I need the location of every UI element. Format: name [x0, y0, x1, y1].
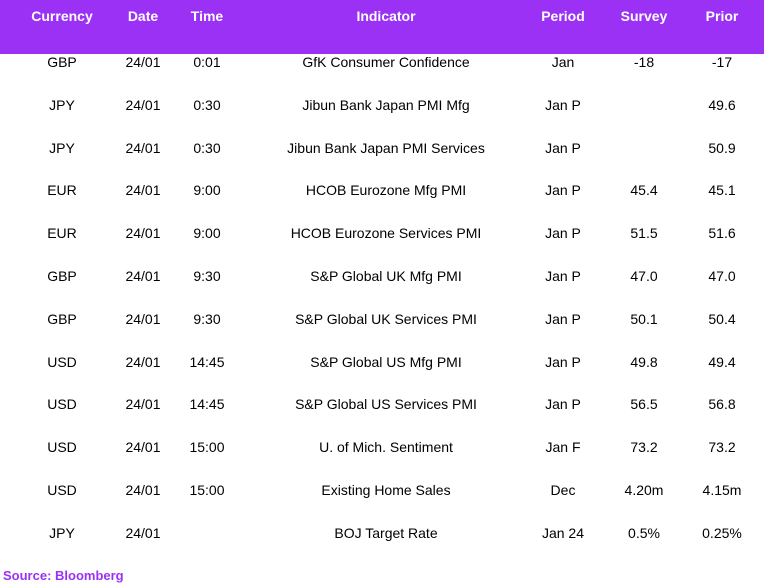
cell-indicator: S&P Global UK Mfg PMI [310, 268, 462, 284]
cell-survey: 50.1 [630, 311, 658, 327]
cell-currency: USD [47, 439, 77, 455]
cell-time: 9:00 [193, 182, 221, 198]
cell-indicator: U. of Mich. Sentiment [319, 439, 453, 455]
cell-time: 0:01 [193, 54, 221, 70]
source-note: Source: Bloomberg [3, 568, 124, 583]
cell-indicator: S&P Global US Mfg PMI [310, 354, 462, 370]
cell-time: 15:00 [189, 439, 225, 455]
cell-time: 9:30 [193, 311, 221, 327]
cell-currency: GBP [47, 268, 77, 284]
cell-survey: 0.5% [628, 525, 660, 541]
cell-period: Jan 24 [541, 525, 585, 541]
cell-indicator: S&P Global US Services PMI [295, 396, 477, 412]
cell-period: Jan P [545, 225, 581, 241]
cell-prior: 4.15m [702, 482, 742, 498]
cell-currency: USD [47, 482, 77, 498]
table-row: USD 24/01 15:00 U. of Mich. Sentiment Jan F7… [0, 437, 764, 457]
cell-indicator: S&P Global UK Services PMI [295, 311, 477, 327]
cell-period: Jan P [545, 140, 581, 156]
header-indicator: Indicator [356, 8, 416, 24]
table-row: EUR 24/01 9:00 HCOB Eurozone Services PMI Ja… [0, 223, 764, 243]
cell-indicator: HCOB Eurozone Mfg PMI [305, 182, 467, 198]
header-currency: Currency [31, 8, 93, 24]
cell-currency: EUR [47, 182, 77, 198]
table-row: GBP 24/01 9:30 S&P Global UK Mfg PMI Jan P 47… [0, 266, 764, 286]
cell-indicator: Existing Home Sales [321, 482, 451, 498]
cell-period: Jan F [545, 439, 581, 455]
cell-prior: -17 [711, 54, 733, 70]
table-row: JPY 24/01 0:30 Jibun Bank Japan PMI Service… [0, 138, 764, 158]
header-period: Period [541, 8, 585, 24]
cell-survey: 56.5 [630, 396, 658, 412]
cell-currency: USD [47, 396, 77, 412]
table-row: JPY 24/01 BOJ Target Rate Jan 24 0.5% 0.25% [0, 523, 764, 543]
table-row: USD 24/01 14:45 S&P Global US Mfg PMI Jan P4… [0, 352, 764, 372]
cell-period: Jan P [545, 182, 581, 198]
cell-period: Jan P [545, 97, 581, 113]
cell-period: Jan P [545, 268, 581, 284]
cell-currency: GBP [47, 54, 77, 70]
cell-survey: 45.4 [630, 182, 658, 198]
cell-survey: 51.5 [630, 225, 658, 241]
cell-indicator: Jibun Bank Japan PMI Mfg [302, 97, 470, 113]
cell-prior: 47.0 [708, 268, 736, 284]
cell-prior: 50.4 [708, 311, 736, 327]
cell-currency: JPY [49, 525, 75, 541]
cell-currency: JPY [49, 140, 75, 156]
cell-currency: EUR [47, 225, 77, 241]
cell-currency: GBP [47, 311, 77, 327]
cell-period: Jan [551, 54, 575, 70]
cell-period: Jan P [545, 396, 581, 412]
cell-indicator: GfK Consumer Confidence [302, 54, 470, 70]
table-row: USD 24/01 14:45 S&P Global US Services PMI J… [0, 394, 764, 414]
cell-time: 9:00 [193, 225, 221, 241]
table-row: GBP 24/01 9:30 S&P Global UK Services PMI Ja… [0, 309, 764, 329]
cell-currency: USD [47, 354, 77, 370]
cell-prior: 49.6 [708, 97, 736, 113]
cell-period: Dec [550, 482, 576, 498]
cell-currency: JPY [49, 97, 75, 113]
cell-prior: 73.2 [708, 439, 736, 455]
cell-indicator: HCOB Eurozone Services PMI [290, 225, 482, 241]
cell-survey: 73.2 [630, 439, 658, 455]
cell-survey: 47.0 [630, 268, 658, 284]
cell-prior: 0.25% [702, 525, 742, 541]
cell-survey: -18 [633, 54, 655, 70]
header-time: Time [190, 8, 224, 24]
table-row: GBP 24/01 0:01 GfK Consumer Confidence Jan -1… [0, 52, 764, 72]
cell-time: 9:30 [193, 268, 221, 284]
cell-time: 14:45 [189, 396, 225, 412]
cell-period: Jan P [545, 311, 581, 327]
header-survey: Survey [620, 8, 668, 24]
cell-survey: 4.20m [624, 482, 664, 498]
cell-period: Jan P [545, 354, 581, 370]
cell-survey: 49.8 [630, 354, 658, 370]
cell-prior: 56.8 [708, 396, 736, 412]
cell-time: 14:45 [189, 354, 225, 370]
cell-time: 0:30 [193, 140, 221, 156]
cell-time: 0:30 [193, 97, 221, 113]
cell-prior: 51.6 [708, 225, 736, 241]
cell-indicator: Jibun Bank Japan PMI Services [287, 140, 485, 156]
table-row: EUR 24/01 9:00 HCOB Eurozone Mfg PMI Jan P 45… [0, 180, 764, 200]
cell-time: 15:00 [189, 482, 225, 498]
table-row: JPY 24/01 0:30 Jibun Bank Japan PMI Mfg Jan … [0, 95, 764, 115]
cell-prior: 49.4 [708, 354, 736, 370]
cell-prior: 50.9 [708, 140, 736, 156]
table-header: Currency Date Time Indicator Period Surv… [0, 0, 764, 54]
cell-prior: 45.1 [708, 182, 736, 198]
table-row: USD 24/01 15:00 Existing Home Sales Dec 4.20m… [0, 480, 764, 500]
cell-indicator: BOJ Target Rate [334, 525, 438, 541]
cell-date: 24/01 [125, 525, 161, 541]
header-prior: Prior [705, 8, 739, 24]
